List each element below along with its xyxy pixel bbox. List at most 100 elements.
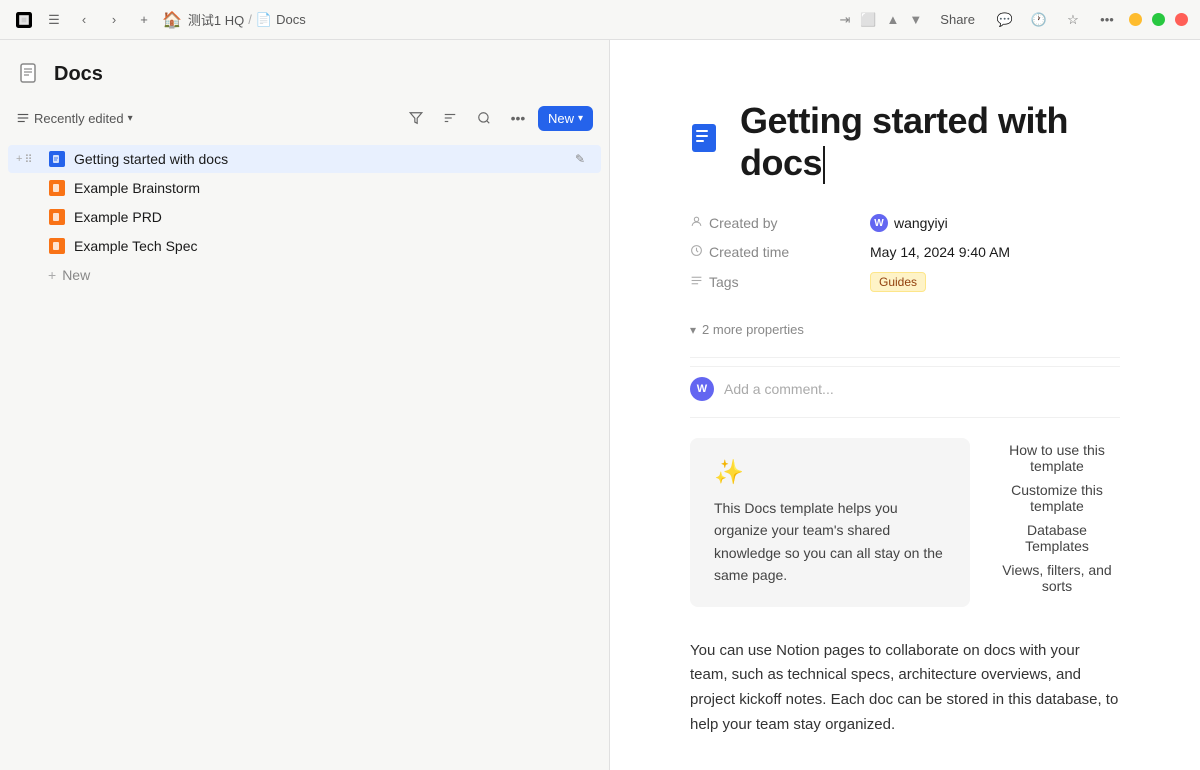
- prop-label-created-by: Created by: [690, 215, 870, 231]
- breadcrumb-workspace[interactable]: 测试1 HQ: [188, 10, 244, 29]
- titlebar-right: ⇥ ⬜ ▲ ▼ Share 💬 🕐 ☆ •••: [839, 8, 1188, 32]
- prop-value-created-by: W wangyiyi: [870, 214, 948, 232]
- item-hover-icons: + ⠿: [16, 153, 33, 166]
- new-button-label: New: [548, 111, 574, 126]
- notion-icon-btn[interactable]: [12, 8, 36, 32]
- breadcrumb-docs-icon: 📄: [256, 12, 272, 28]
- created-time-label: Created time: [709, 244, 789, 260]
- tag-badge[interactable]: Guides: [870, 272, 926, 292]
- recently-edited-text: Recently edited: [34, 111, 124, 126]
- list-item-icon: [48, 237, 66, 255]
- new-button[interactable]: New ▾: [538, 106, 593, 131]
- search-btn[interactable]: [470, 104, 498, 132]
- sidebar-toggle-btn[interactable]: ☰: [42, 8, 66, 32]
- recently-edited-label[interactable]: Recently edited ▾: [16, 111, 133, 126]
- divider: [690, 357, 1120, 358]
- list-item-label: Getting started with docs: [74, 151, 567, 167]
- template-link-2[interactable]: Database Templates: [994, 522, 1120, 554]
- created-by-label: Created by: [709, 215, 777, 231]
- template-card-row: ✨ This Docs template helps you organize …: [690, 438, 1120, 607]
- tag-icon: [690, 274, 703, 290]
- comment-row[interactable]: W Add a comment...: [690, 366, 1120, 418]
- list-item[interactable]: + ⠿ Getting started with docs ✎: [8, 145, 601, 173]
- doc-icon-blue: [49, 151, 65, 167]
- clock-icon: [690, 244, 703, 260]
- sparkle-icon: ✨: [714, 458, 946, 487]
- comment-btn[interactable]: 💬: [993, 8, 1017, 32]
- list-item-label: Example Brainstorm: [74, 180, 585, 196]
- list-item-icon: [48, 208, 66, 226]
- doc-icon-orange: [49, 180, 65, 196]
- properties-table: Created by W wangyiyi Created: [690, 208, 1120, 298]
- back-btn[interactable]: ‹: [72, 8, 96, 32]
- prop-value-tags: Guides: [870, 272, 926, 292]
- page-title: Getting started with docs: [740, 100, 1120, 184]
- filter-btn[interactable]: [402, 104, 430, 132]
- sidebar-header: Docs: [0, 40, 609, 100]
- template-link-3[interactable]: Views, filters, and sorts: [994, 562, 1120, 594]
- list-item[interactable]: Example Brainstorm: [8, 174, 601, 202]
- sidebar-title: Docs: [54, 63, 103, 86]
- more-props[interactable]: ▾ 2 more properties: [690, 318, 1120, 349]
- tags-label: Tags: [709, 274, 739, 290]
- prop-label-created-time: Created time: [690, 244, 870, 260]
- comment-avatar: W: [690, 377, 714, 401]
- list-item-label: Example PRD: [74, 209, 585, 225]
- created-by-value: wangyiyi: [894, 215, 948, 231]
- person-icon: [690, 215, 703, 231]
- doc-icon-orange: [49, 238, 65, 254]
- content-area: Getting started with docs Created by: [610, 40, 1200, 770]
- sort-btn[interactable]: [436, 104, 464, 132]
- comment-placeholder: Add a comment...: [724, 381, 834, 397]
- forward-btn[interactable]: ›: [102, 8, 126, 32]
- list-item-label: Example Tech Spec: [74, 238, 585, 254]
- down-icon: ▼: [909, 12, 922, 27]
- chevron-down-icon: ▾: [690, 323, 696, 337]
- user-avatar: W: [870, 214, 888, 232]
- prop-label-tags: Tags: [690, 274, 870, 290]
- main-layout: Docs Recently edited ▾: [0, 40, 1200, 770]
- edit-icon[interactable]: ✎: [575, 152, 585, 166]
- created-time-value: May 14, 2024 9:40 AM: [870, 244, 1010, 260]
- breadcrumb: 测试1 HQ / 📄 Docs: [188, 10, 306, 29]
- template-card-text: This Docs template helps you organize yo…: [714, 497, 946, 587]
- add-page-btn[interactable]: +: [132, 8, 156, 32]
- up-icon: ▲: [887, 12, 900, 27]
- window-maximize[interactable]: [1152, 13, 1165, 26]
- sidebar-toolbar: Recently edited ▾ ••• New: [0, 100, 609, 140]
- breadcrumb-separator: /: [248, 12, 252, 27]
- layout-icon: ⬜: [860, 12, 876, 28]
- window-minimize[interactable]: [1129, 13, 1142, 26]
- titlebar-left: ☰ ‹ › + 🏠 测试1 HQ / 📄 Docs: [12, 8, 833, 32]
- sidebar-list: + ⠿ Getting started with docs ✎: [0, 140, 609, 770]
- breadcrumb-docs[interactable]: Docs: [276, 12, 306, 27]
- content-inner: Getting started with docs Created by: [610, 40, 1200, 770]
- new-dropdown-icon: ▾: [578, 113, 583, 124]
- window-close[interactable]: [1175, 13, 1188, 26]
- sidebar: Docs Recently edited ▾: [0, 40, 610, 770]
- prop-row-tags: Tags Guides: [690, 266, 1120, 298]
- add-new-row[interactable]: + New: [8, 261, 601, 289]
- template-link-1[interactable]: Customize this template: [994, 482, 1120, 514]
- template-link-0[interactable]: How to use this template: [994, 442, 1120, 474]
- more-props-label: 2 more properties: [702, 322, 804, 337]
- share-button[interactable]: Share: [932, 8, 983, 31]
- list-item[interactable]: Example PRD: [8, 203, 601, 231]
- page-title-row: Getting started with docs: [690, 100, 1120, 184]
- share-label: Share: [940, 12, 975, 27]
- body-text: You can use Notion pages to collaborate …: [690, 639, 1120, 738]
- add-icon: +: [48, 267, 56, 283]
- template-card: ✨ This Docs template helps you organize …: [690, 438, 970, 607]
- prop-value-created-time: May 14, 2024 9:40 AM: [870, 244, 1010, 260]
- prop-row-created-time: Created time May 14, 2024 9:40 AM: [690, 238, 1120, 266]
- doc-icon-orange: [49, 209, 65, 225]
- list-item[interactable]: Example Tech Spec: [8, 232, 601, 260]
- more-options-btn[interactable]: •••: [504, 104, 532, 132]
- cursor: [823, 146, 825, 184]
- favorite-btn[interactable]: ☆: [1061, 8, 1085, 32]
- titlebar: ☰ ‹ › + 🏠 测试1 HQ / 📄 Docs ⇥ ⬜ ▲ ▼ Share …: [0, 0, 1200, 40]
- more-btn[interactable]: •••: [1095, 8, 1119, 32]
- docs-icon: [16, 60, 44, 88]
- history-btn[interactable]: 🕐: [1027, 8, 1051, 32]
- page-title-icon: [690, 120, 726, 164]
